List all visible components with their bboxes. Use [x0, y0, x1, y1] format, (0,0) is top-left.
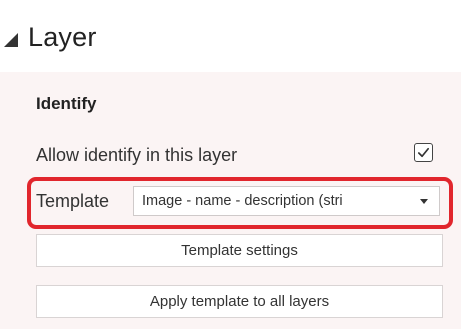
layer-section-toggle[interactable]: Layer [4, 22, 97, 53]
template-select[interactable]: Image - name - description (stri [133, 186, 440, 216]
allow-identify-label: Allow identify in this layer [36, 145, 238, 165]
template-settings-button[interactable]: Template settings [36, 234, 443, 267]
template-select-value: Image - name - description (stri [142, 193, 343, 209]
allow-identify-checkbox[interactable] [414, 143, 433, 162]
collapse-triangle-icon[interactable] [4, 32, 18, 47]
identify-panel: Identify Allow identify in this layer Te… [0, 72, 461, 329]
template-label: Template [36, 191, 110, 211]
layer-title: Layer [28, 22, 97, 52]
checkmark-icon [417, 147, 430, 158]
dropdown-caret-icon [420, 199, 428, 204]
apply-template-all-layers-button[interactable]: Apply template to all layers [36, 285, 443, 318]
identify-section-title: Identify [36, 94, 97, 113]
layer-header: Layer [0, 0, 461, 72]
